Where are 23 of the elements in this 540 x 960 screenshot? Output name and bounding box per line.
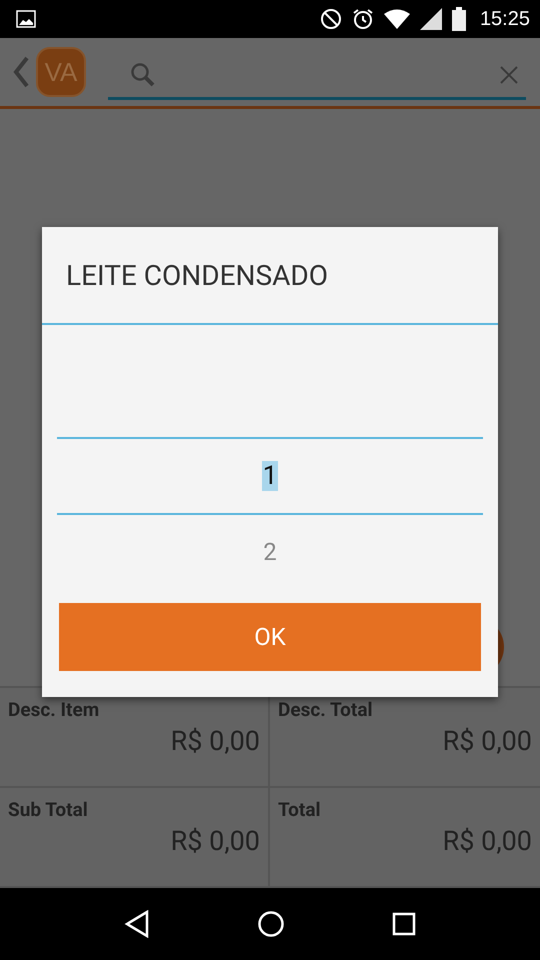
summary-label: Desc. Item [8, 698, 100, 721]
ok-button[interactable]: OK [59, 603, 481, 671]
back-icon[interactable] [124, 910, 150, 938]
search-icon [130, 62, 156, 88]
image-icon [16, 10, 36, 28]
summary-value: R$ 0,00 [442, 725, 532, 757]
home-icon[interactable] [256, 910, 285, 938]
dialog-title: LEITE CONDENSADO [66, 258, 328, 292]
do-not-disturb-icon [320, 8, 342, 30]
summary-label: Sub Total [8, 798, 88, 821]
picker-value[interactable]: 1 [262, 461, 278, 491]
wifi-icon [384, 9, 410, 29]
recents-icon[interactable] [392, 912, 416, 936]
summary-value: R$ 0,00 [170, 725, 260, 757]
summary-value: R$ 0,00 [442, 825, 532, 857]
status-time: 15:25 [480, 8, 530, 30]
signal-icon [420, 8, 442, 30]
summary-label: Desc. Total [278, 698, 373, 721]
battery-icon [452, 7, 466, 31]
summary-label: Total [278, 798, 321, 821]
picker-value[interactable]: 2 [262, 538, 278, 566]
alarm-icon [352, 8, 374, 30]
summary-value: R$ 0,00 [170, 825, 260, 857]
